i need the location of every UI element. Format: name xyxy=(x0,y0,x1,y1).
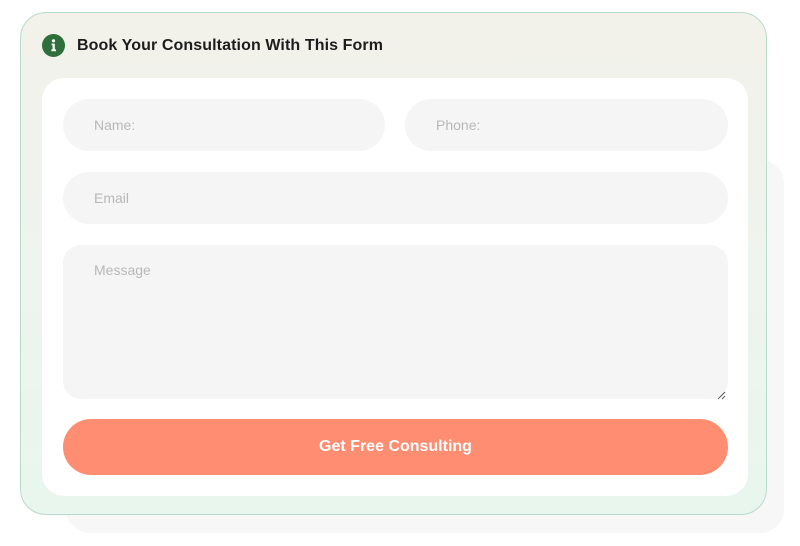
message-field[interactable] xyxy=(63,245,728,399)
form-title: Book Your Consultation With This Form xyxy=(77,36,384,54)
email-field[interactable] xyxy=(63,172,728,224)
info-icon xyxy=(42,34,65,57)
name-field[interactable] xyxy=(63,99,385,151)
consultation-form-card: Book Your Consultation With This Form Ge… xyxy=(20,12,767,515)
get-free-consulting-button[interactable]: Get Free Consulting xyxy=(63,419,728,475)
resize-handle-icon[interactable] xyxy=(717,387,726,400)
form-body: Get Free Consulting xyxy=(42,78,748,496)
phone-field[interactable] xyxy=(405,99,728,151)
form-header: Book Your Consultation With This Form xyxy=(42,34,383,57)
